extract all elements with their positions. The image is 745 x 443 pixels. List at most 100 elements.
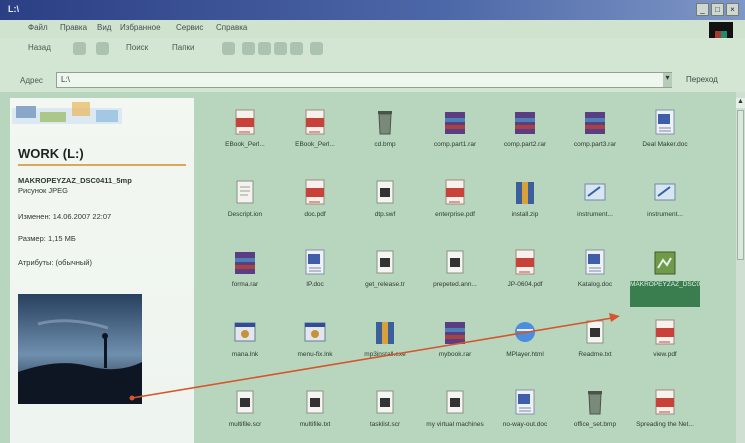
file-label: office_set.bmp [573,421,617,428]
views-icon[interactable] [310,42,323,55]
vertical-scrollbar[interactable]: ▲ [736,92,745,443]
up-folder-icon[interactable] [96,42,109,55]
ie-file-icon [512,318,538,348]
pdf-file-icon [302,108,328,138]
file-item[interactable]: forma.rar [210,248,280,289]
zip-file-icon [372,318,398,348]
selected-file-size: Размер: 1,15 МБ [18,234,76,243]
title-bar: L:\ _ □ × [0,0,745,20]
file-item[interactable]: instrument... [560,178,630,219]
menu-view[interactable]: Вид [97,23,111,32]
file-item[interactable]: Deal Maker.doc [630,108,700,149]
file-item[interactable]: enterprise.pdf [420,178,490,219]
file-item[interactable]: view.pdf [630,318,700,359]
scroll-up-icon[interactable]: ▲ [736,98,745,108]
file-item[interactable]: tasklist.scr [350,388,420,429]
file-label: menu-fix.lnk [297,351,333,358]
file-label: EBook_Perl... [295,141,335,148]
selected-file-type: Рисунок JPEG [18,186,68,195]
file-item[interactable]: Readme.txt [560,318,630,359]
delete-icon[interactable] [274,42,287,55]
menu-help[interactable]: Справка [216,23,247,32]
file-grid: EBook_Perl... EBook_Perl... cd.bmp comp.par… [198,92,736,443]
file-item[interactable]: JP-0604.pdf [490,248,560,289]
gen-file-icon [582,318,608,348]
gen-file-icon [442,388,468,418]
file-item[interactable]: menu-fix.lnk [280,318,350,359]
file-label: dtp.swf [374,211,396,218]
menu-file[interactable]: Файл [28,23,48,32]
file-item[interactable]: cd.bmp [350,108,420,149]
file-item[interactable]: comp.part1.rar [420,108,490,149]
file-item[interactable]: Descript.ion [210,178,280,219]
menu-favorites[interactable]: Избранное [120,23,161,32]
file-label: Readme.txt [578,351,612,358]
file-item[interactable]: office_set.bmp [560,388,630,429]
file-item[interactable]: get_release.tr [350,248,420,289]
bin-file-icon [372,108,398,138]
file-item[interactable]: install.zip [490,178,560,219]
file-item[interactable]: multifile.scr [210,388,280,429]
address-label: Адрес [20,76,43,85]
file-item[interactable]: my virtual machines [420,388,490,429]
forward-icon[interactable] [73,42,86,55]
selected-file-name: MAKROPEYZAZ_DSC0411_5mp [18,176,132,185]
folders-button[interactable]: Папки [172,43,195,52]
file-label: no-way-out.doc [502,421,548,428]
file-label: instrument... [647,211,683,218]
file-item[interactable]: comp.part3.rar [560,108,630,149]
copy-to-icon[interactable] [258,42,271,55]
file-item[interactable]: EBook_Perl... [210,108,280,149]
file-label: Katalog.doc [577,281,613,288]
search-button[interactable]: Поиск [126,43,148,52]
move-to-icon[interactable] [242,42,255,55]
win-file-icon [302,318,328,348]
file-item[interactable]: no-way-out.doc [490,388,560,429]
address-bar: Адрес L:\ ▾ Переход [0,60,745,92]
menu-tools[interactable]: Сервис [176,23,203,32]
history-icon[interactable] [222,42,235,55]
file-item[interactable]: IP.doc [280,248,350,289]
pdf-file-icon [442,178,468,208]
menu-edit[interactable]: Правка [60,23,87,32]
pdf-file-icon [232,108,258,138]
file-item[interactable]: Katalog.doc [560,248,630,289]
file-item[interactable]: mp3install.exe [350,318,420,359]
scroll-thumb[interactable] [737,110,744,260]
file-label: install.zip [511,211,539,218]
maximize-icon[interactable]: □ [711,3,724,16]
file-item[interactable]: mana.lnk [210,318,280,359]
file-label: comp.part3.rar [573,141,617,148]
toolbar: Назад Поиск Папки [0,38,745,60]
minimize-icon[interactable]: _ [696,3,709,16]
address-input[interactable]: L:\ [56,72,672,88]
file-item[interactable]: multifile.txt [280,388,350,429]
file-item[interactable]: Spreading the Net... [630,388,700,429]
back-button[interactable]: Назад [28,43,51,52]
file-item[interactable]: dtp.swf [350,178,420,219]
file-item[interactable]: MAKROPEYZAZ_DSC0411_5mp [630,248,700,307]
pdf-file-icon [512,248,538,278]
file-item[interactable]: prepeted.ann... [420,248,490,289]
link-file-icon [582,178,608,208]
gen-file-icon [372,178,398,208]
gen-file-icon [302,388,328,418]
undo-icon[interactable] [290,42,303,55]
menu-bar: Файл Правка Вид Избранное Сервис Справка [0,20,745,38]
file-label: mana.lnk [231,351,259,358]
file-item[interactable]: doc.pdf [280,178,350,219]
file-item[interactable]: instrument... [630,178,700,219]
file-label: multifile.txt [299,421,331,428]
file-item[interactable]: MPlayer.html [490,318,560,359]
file-item[interactable]: EBook_Perl... [280,108,350,149]
file-item[interactable]: mybook.rar [420,318,490,359]
zip-file-icon [512,178,538,208]
file-item[interactable]: comp.part2.rar [490,108,560,149]
pdf-file-icon [652,388,678,418]
divider [18,164,186,166]
file-label: IP.doc [306,281,324,288]
chevron-down-icon[interactable]: ▾ [663,73,672,87]
go-button[interactable]: Переход [686,75,718,84]
file-label: mp3install.exe [364,351,406,358]
close-icon[interactable]: × [726,3,739,16]
